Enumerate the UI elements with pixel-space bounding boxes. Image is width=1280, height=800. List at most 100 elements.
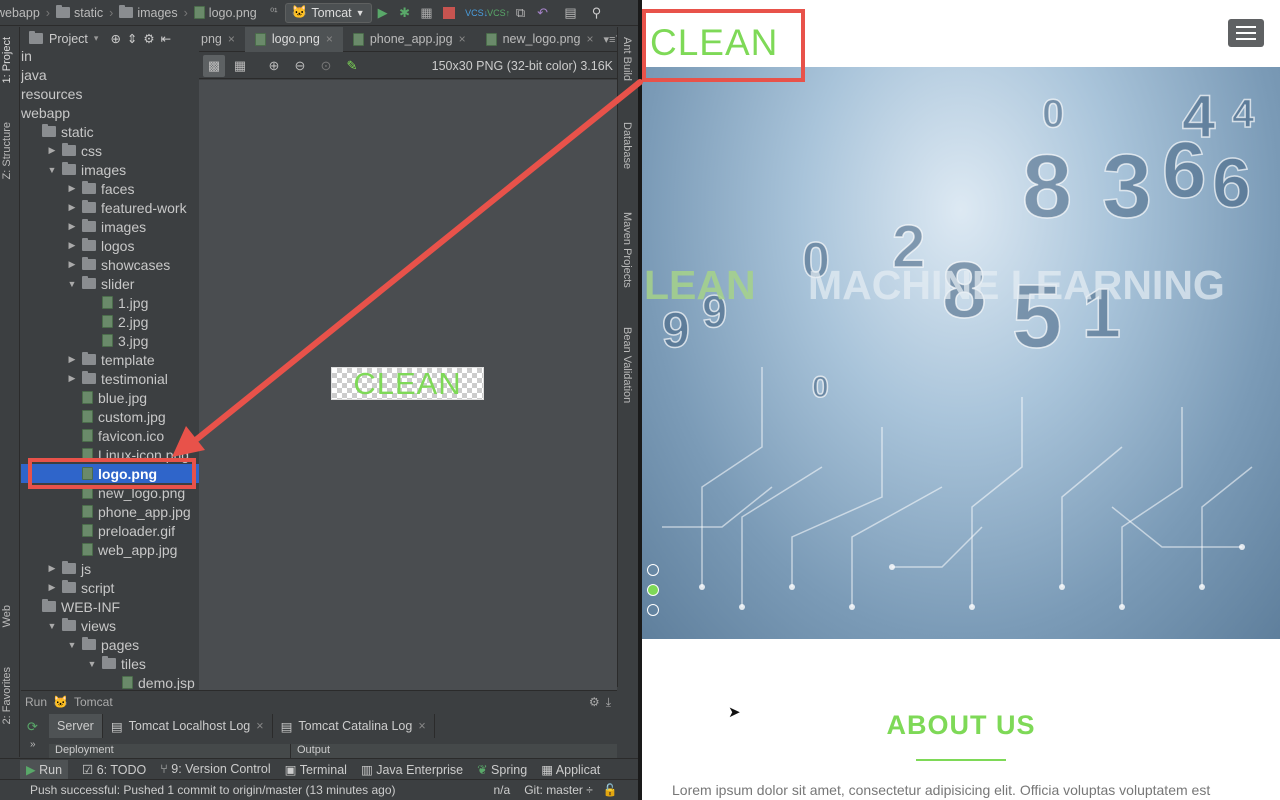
tree-file[interactable]: 1.jpg — [21, 293, 199, 312]
tree-folder[interactable]: ▶ template — [21, 350, 199, 369]
chevron-right-icon[interactable]: ▶ — [66, 183, 78, 194]
tree-file[interactable]: demo.jsp — [21, 673, 199, 690]
todo-tool-button[interactable]: ☑ 6: TODO — [82, 762, 146, 777]
chevron-right-icon[interactable]: ▶ — [66, 354, 78, 365]
revert-icon[interactable]: ↶ — [532, 2, 554, 24]
rerun-icon[interactable]: ⟳ — [27, 719, 38, 735]
close-icon[interactable]: × — [256, 719, 263, 733]
run-icon[interactable]: ▶ — [372, 2, 394, 24]
coverage-icon[interactable]: ▦ — [416, 2, 438, 24]
tree-file[interactable]: preloader.gif — [21, 521, 199, 540]
tree-folder[interactable]: ▶ images — [21, 217, 199, 236]
breadcrumb-item[interactable]: logo.png — [188, 6, 263, 20]
tree-folder[interactable]: ▼ images — [21, 160, 199, 179]
structure-tool-tab[interactable]: Z: Structure — [1, 122, 13, 179]
git-branch[interactable]: Git: master ÷ — [524, 783, 593, 797]
close-icon[interactable]: × — [459, 32, 466, 46]
chevron-right-icon[interactable]: ▶ — [66, 202, 78, 213]
run-tool-button[interactable]: ▶ Run — [20, 759, 69, 779]
actual-size-icon[interactable]: ⊙ — [315, 55, 337, 77]
tree-file[interactable]: web_app.jpg — [21, 540, 199, 559]
tree-folder[interactable]: ▶ testimonial — [21, 369, 199, 388]
chevron-right-icon[interactable]: ▶ — [46, 145, 58, 156]
database-tool-tab[interactable]: Database — [621, 122, 633, 169]
debug-icon[interactable]: ✱ — [394, 2, 416, 24]
ant-build-tool-tab[interactable]: Ant Build — [621, 37, 633, 81]
tree-item[interactable]: in — [21, 46, 199, 65]
tree-file[interactable]: 3.jpg — [21, 331, 199, 350]
bean-validation-tool-tab[interactable]: Bean Validation — [621, 327, 633, 403]
tree-folder[interactable]: ▶ faces — [21, 179, 199, 198]
editor-tab[interactable]: png × — [199, 27, 245, 52]
color-picker-icon[interactable]: ✎ — [341, 55, 363, 77]
compare-icon[interactable]: ⧉ — [510, 2, 532, 24]
close-icon[interactable]: × — [228, 32, 235, 46]
chevron-down-icon[interactable]: ▾ — [94, 33, 99, 44]
tree-file[interactable]: custom.jpg — [21, 407, 199, 426]
tree-file[interactable]: phone_app.jpg — [21, 502, 199, 521]
tree-file[interactable]: blue.jpg — [21, 388, 199, 407]
chevron-right-icon[interactable]: ▶ — [46, 563, 58, 574]
editor-tab[interactable]: phone_app.jpg × — [343, 27, 476, 52]
catalina-log-tab[interactable]: ▤ Tomcat Catalina Log × — [273, 714, 435, 738]
vcs-update-icon[interactable]: VCS↓ — [465, 2, 488, 24]
tree-file[interactable]: 2.jpg — [21, 312, 199, 331]
tree-folder[interactable]: ▶ css — [21, 141, 199, 160]
tree-folder[interactable]: ▶ logos — [21, 236, 199, 255]
hide-panel-icon[interactable]: ⤓ — [606, 695, 611, 710]
zoom-in-icon[interactable]: ⊕ — [263, 55, 285, 77]
tree-folder[interactable]: ▶ featured-work — [21, 198, 199, 217]
tree-folder[interactable]: ▶ showcases — [21, 255, 199, 274]
web-tool-tab[interactable]: Web — [1, 605, 13, 627]
tree-folder[interactable]: ▼ views — [21, 616, 199, 635]
menu-button[interactable] — [1228, 19, 1264, 47]
collapse-icon[interactable]: ⇕ — [127, 31, 137, 46]
server-tab[interactable]: Server — [49, 714, 103, 738]
build-icon[interactable]: ⁰¹ — [263, 2, 285, 24]
chevron-down-icon[interactable]: ▼ — [66, 640, 78, 650]
slider-dot[interactable] — [647, 564, 659, 576]
application-tool-button[interactable]: ▦ Applicat — [541, 762, 600, 777]
editor-tab[interactable]: new_logo.png × — [476, 27, 604, 52]
maven-tool-tab[interactable]: Maven Projects — [621, 212, 633, 288]
vcs-tool-button[interactable]: ⑂ 9: Version Control — [160, 762, 270, 776]
project-structure-icon[interactable]: ▤ — [560, 2, 582, 24]
chevron-right-icon[interactable]: ▶ — [66, 221, 78, 232]
spring-tool-button[interactable]: ❦ Spring — [477, 762, 527, 777]
chevron-right-icon[interactable]: ▶ — [66, 259, 78, 270]
breadcrumb-item[interactable]: images — [113, 5, 183, 20]
slider-dot[interactable] — [647, 604, 659, 616]
tree-folder[interactable]: ▼ slider — [21, 274, 199, 293]
tree-folder[interactable]: static — [21, 122, 199, 141]
tree-folder[interactable]: ▼ tiles — [21, 654, 199, 673]
chevron-right-icon[interactable]: ▶ — [66, 240, 78, 251]
tree-item[interactable]: resources — [21, 84, 199, 103]
editor-tab-active[interactable]: logo.png × — [244, 26, 343, 52]
localhost-log-tab[interactable]: ▤ Tomcat Localhost Log × — [103, 714, 273, 738]
chevron-right-icon[interactable]: ▶ — [66, 373, 78, 384]
tree-item[interactable]: webapp — [21, 103, 199, 122]
lock-icon[interactable]: 🔓 — [603, 783, 618, 797]
project-panel-title[interactable]: Project — [49, 32, 88, 46]
slider-dot-active[interactable] — [647, 584, 659, 596]
tree-file[interactable]: favicon.ico — [21, 426, 199, 445]
vcs-commit-icon[interactable]: VCS↑ — [487, 2, 510, 24]
close-icon[interactable]: × — [326, 32, 333, 46]
chevron-right-icon[interactable]: ▶ — [46, 582, 58, 593]
project-tool-tab[interactable]: 1: Project — [1, 37, 13, 83]
tree-folder[interactable]: WEB-INF — [21, 597, 199, 616]
breadcrumb-item[interactable]: webapp — [0, 6, 46, 20]
close-icon[interactable]: × — [418, 719, 425, 733]
hide-icon[interactable]: ⇤ — [161, 31, 171, 46]
chevron-down-icon[interactable]: ▼ — [46, 165, 58, 175]
expand-icon[interactable]: » — [30, 739, 36, 750]
terminal-tool-button[interactable]: ▣ Terminal — [285, 762, 347, 777]
gear-icon[interactable]: ⚙ — [589, 695, 600, 709]
tree-folder[interactable]: ▶ js — [21, 559, 199, 578]
tree-item[interactable]: java — [21, 65, 199, 84]
zoom-out-icon[interactable]: ⊖ — [289, 55, 311, 77]
chevron-down-icon[interactable]: ▼ — [86, 659, 98, 669]
grid-icon[interactable]: ▦ — [229, 55, 251, 77]
locate-icon[interactable]: ⊕ — [110, 31, 120, 46]
tree-folder[interactable]: ▶ script — [21, 578, 199, 597]
